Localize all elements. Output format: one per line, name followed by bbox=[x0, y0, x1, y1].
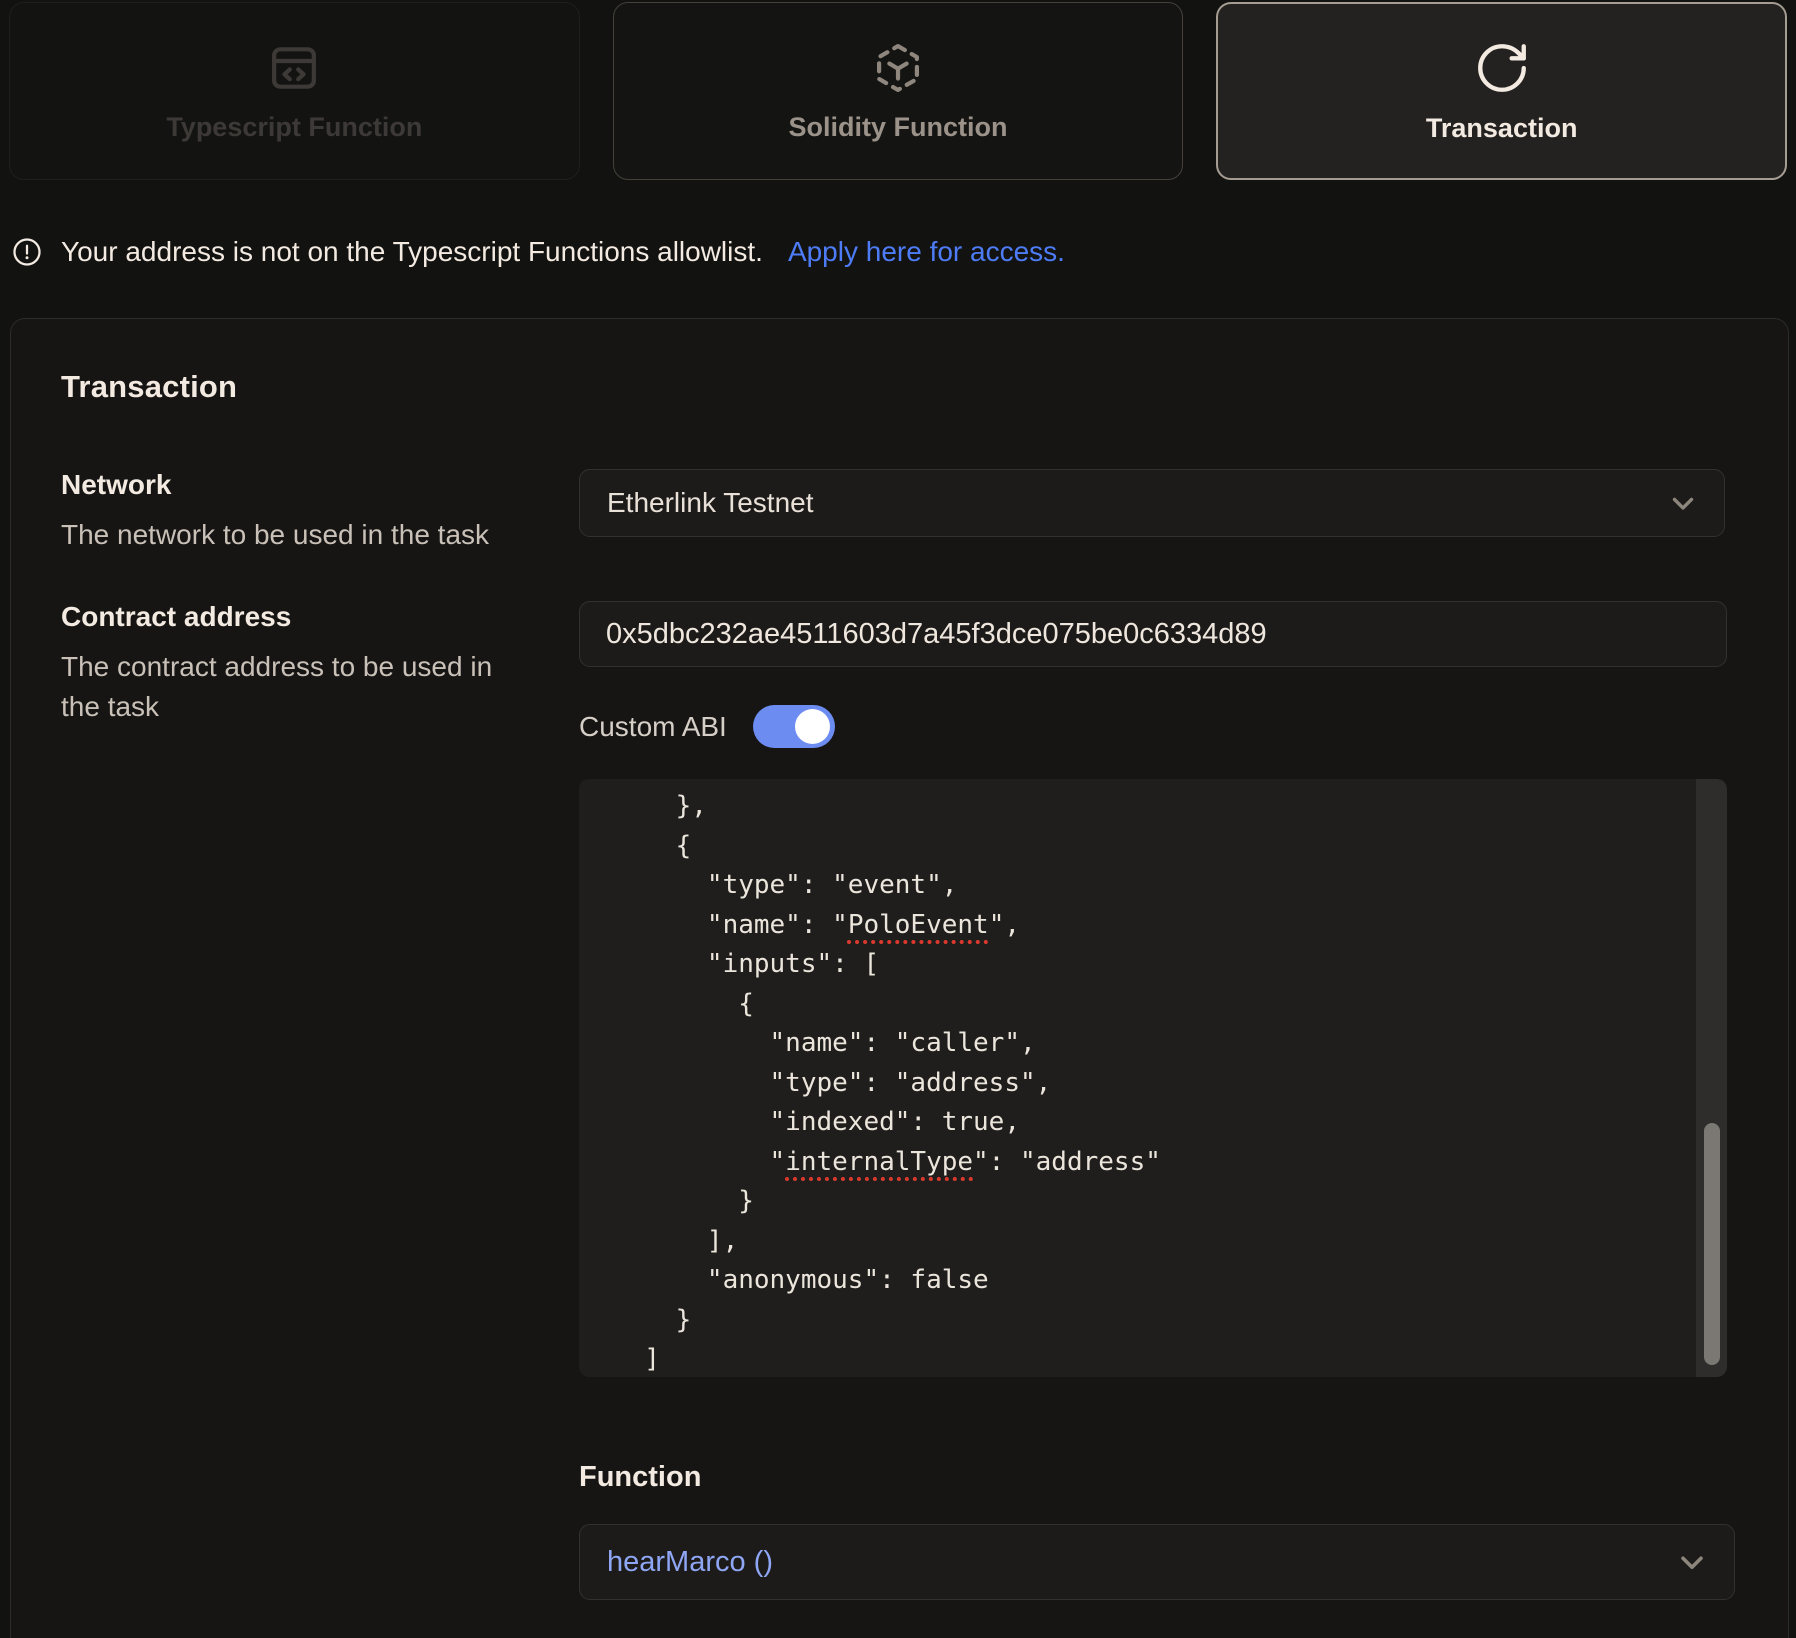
network-labels: Network The network to be used in the ta… bbox=[61, 469, 579, 555]
tab-solidity-function[interactable]: Solidity Function bbox=[613, 2, 1184, 180]
toggle-knob bbox=[795, 709, 830, 744]
tab-transaction[interactable]: Transaction bbox=[1216, 2, 1787, 180]
function-select-value: hearMarco () bbox=[607, 1546, 773, 1579]
custom-abi-row: Custom ABI bbox=[579, 705, 1727, 748]
contract-address-description: The contract address to be used in the t… bbox=[61, 647, 501, 727]
alert-circle-icon bbox=[12, 237, 42, 267]
function-row: Function hearMarco () bbox=[61, 1461, 1725, 1600]
function-label: Function bbox=[579, 1461, 1735, 1494]
code-window-icon bbox=[266, 40, 322, 96]
chevron-down-icon bbox=[1666, 486, 1700, 520]
dashed-cube-icon bbox=[870, 40, 926, 96]
contract-address-label: Contract address bbox=[61, 601, 579, 633]
editor-scrollbar-thumb[interactable] bbox=[1704, 1123, 1720, 1365]
contract-address-input[interactable] bbox=[579, 601, 1727, 667]
custom-abi-label: Custom ABI bbox=[579, 711, 727, 743]
chevron-down-icon bbox=[1674, 1544, 1710, 1580]
network-label: Network bbox=[61, 469, 579, 501]
contract-controls: Custom ABI }, { "type": "event", "name":… bbox=[579, 601, 1727, 1377]
apply-access-link[interactable]: Apply here for access. bbox=[788, 236, 1065, 268]
abi-code-editor[interactable]: }, { "type": "event", "name": "PoloEvent… bbox=[579, 779, 1727, 1377]
network-description: The network to be used in the task bbox=[61, 515, 501, 555]
transaction-panel: Transaction Network The network to be us… bbox=[10, 318, 1789, 1638]
function-select[interactable]: hearMarco () bbox=[579, 1524, 1735, 1600]
task-type-tabs: Typescript Function Solidity Function Tr… bbox=[9, 2, 1787, 180]
network-row: Network The network to be used in the ta… bbox=[61, 469, 1725, 555]
tab-label: Solidity Function bbox=[789, 112, 1008, 143]
tab-label: Transaction bbox=[1426, 113, 1578, 144]
network-select[interactable]: Etherlink Testnet bbox=[579, 469, 1725, 537]
abi-code-content: }, { "type": "event", "name": "PoloEvent… bbox=[579, 779, 1727, 1377]
custom-abi-toggle[interactable] bbox=[753, 705, 835, 748]
rotate-cw-icon bbox=[1473, 39, 1531, 97]
contract-labels: Contract address The contract address to… bbox=[61, 601, 579, 727]
tab-typescript-function[interactable]: Typescript Function bbox=[9, 2, 580, 180]
editor-scrollbar-track[interactable] bbox=[1696, 779, 1727, 1377]
panel-title: Transaction bbox=[61, 369, 1725, 405]
function-controls: Function hearMarco () bbox=[579, 1461, 1735, 1600]
network-select-value: Etherlink Testnet bbox=[607, 487, 814, 519]
alert-text: Your address is not on the Typescript Fu… bbox=[61, 236, 763, 268]
contract-row: Contract address The contract address to… bbox=[61, 601, 1725, 1377]
tab-label: Typescript Function bbox=[166, 112, 422, 143]
allowlist-alert: Your address is not on the Typescript Fu… bbox=[12, 236, 1796, 268]
